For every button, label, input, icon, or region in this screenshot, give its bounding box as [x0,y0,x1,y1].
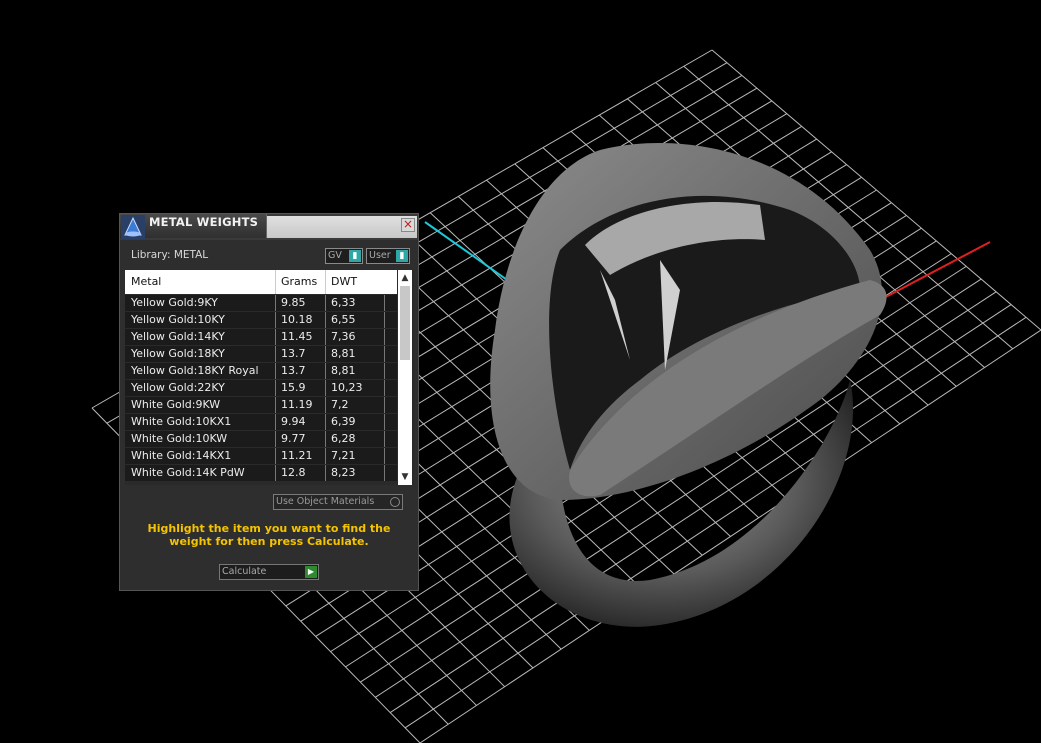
ring-model [490,143,887,627]
grams-value: 15.9 [281,381,306,394]
grams-value: 9.77 [281,432,306,445]
calculate-label: Calculate [222,566,267,577]
panel-title-tab[interactable]: METAL WEIGHTS [120,214,267,239]
table-row[interactable]: White Gold:9KW 11.19 7,2 [125,397,397,413]
table-scrollbar[interactable]: ▲ ▼ [398,270,412,485]
dwt-value: 8,81 [331,347,356,360]
metal-name: Yellow Gold:9KY [131,296,218,309]
table-header: Metal Grams DWT [125,270,397,294]
metal-name: Yellow Gold:14KY [131,330,225,343]
close-icon: × [402,217,414,231]
use-object-materials-label: Use Object Materials [276,496,375,507]
dwt-value: 7,36 [331,330,356,343]
table-row[interactable]: White Gold:10KW 9.77 6,28 [125,431,397,447]
dwt-value: 8,23 [331,466,356,479]
gv-select[interactable]: GV ▮ [325,248,363,264]
table-row[interactable]: White Gold:14KX1 11.21 7,21 [125,448,397,464]
grams-value: 10.18 [281,313,313,326]
table-row[interactable]: Yellow Gold:14KY 11.45 7,36 [125,329,397,345]
dwt-value: 6,28 [331,432,356,445]
metal-table: Metal Grams DWT Yellow Gold:9KY 9.85 6,33 Y… [125,270,414,485]
grams-value: 13.7 [281,347,306,360]
metal-name: Yellow Gold:10KY [131,313,225,326]
grams-value: 9.94 [281,415,306,428]
dwt-value: 6,55 [331,313,356,326]
metal-name: White Gold:10KW [131,432,228,445]
dwt-value: 7,21 [331,449,356,462]
grams-value: 13.7 [281,364,306,377]
metal-weights-panel: METAL WEIGHTS × Library: METAL GV ▮ User… [119,213,419,591]
column-header-dwt[interactable]: DWT [331,275,357,288]
user-select[interactable]: User ▮ [366,248,410,264]
metal-name: White Gold:10KX1 [131,415,232,428]
grams-value: 11.45 [281,330,313,343]
metal-name: Yellow Gold:18KY Royal [131,364,259,377]
metal-name: White Gold:9KW [131,398,221,411]
dwt-value: 7,2 [331,398,349,411]
calculate-button[interactable]: Calculate ▶ [219,564,319,580]
scroll-down-icon[interactable]: ▼ [398,470,412,484]
panel-title: METAL WEIGHTS [149,215,259,229]
metal-name: Yellow Gold:18KY [131,347,225,360]
library-label: Library: METAL [131,249,209,261]
table-row[interactable]: White Gold:14K PdW 12.8 8,23 [125,465,397,481]
gv-select-label: GV [328,250,342,261]
table-row[interactable]: Yellow Gold:18KY Royal 13.7 8,81 [125,363,397,379]
table-row[interactable]: Yellow Gold:9KY 9.85 6,33 [125,295,397,311]
metal-name: White Gold:14K PdW [131,466,245,479]
play-arrow-icon: ▶ [305,566,317,578]
metal-name: Yellow Gold:22KY [131,381,225,394]
grams-value: 9.85 [281,296,306,309]
metal-name: White Gold:14KX1 [131,449,232,462]
dropdown-arrow-icon: ▮ [349,250,361,262]
grams-value: 11.19 [281,398,313,411]
column-header-grams[interactable]: Grams [281,275,317,288]
panel-titlebar[interactable]: METAL WEIGHTS × [120,214,418,240]
table-row[interactable]: White Gold:10KX1 9.94 6,39 [125,414,397,430]
user-select-label: User [369,250,391,261]
scroll-thumb[interactable] [400,286,410,360]
dwt-value: 6,39 [331,415,356,428]
table-row[interactable]: Yellow Gold:10KY 10.18 6,55 [125,312,397,328]
titlebar-filler [267,216,417,238]
scroll-up-icon[interactable]: ▲ [398,271,412,285]
app-logo-icon [121,215,145,239]
table-row[interactable]: Yellow Gold:18KY 13.7 8,81 [125,346,397,362]
column-header-metal[interactable]: Metal [131,275,161,288]
close-button[interactable]: × [401,218,415,232]
dwt-value: 6,33 [331,296,356,309]
grams-value: 12.8 [281,466,306,479]
dropdown-arrow-icon: ▮ [396,250,408,262]
axis-x-line [879,241,991,301]
grams-value: 11.21 [281,449,313,462]
radio-icon [390,497,400,507]
hint-text: Highlight the item you want to find the … [147,522,391,548]
axis-y-line [424,221,511,283]
dwt-value: 8,81 [331,364,356,377]
dwt-value: 10,23 [331,381,363,394]
table-row[interactable]: Yellow Gold:22KY 15.9 10,23 [125,380,397,396]
table-body: Yellow Gold:9KY 9.85 6,33 Yellow Gold:10KY 1… [125,295,397,482]
use-object-materials-toggle[interactable]: Use Object Materials [273,494,403,510]
